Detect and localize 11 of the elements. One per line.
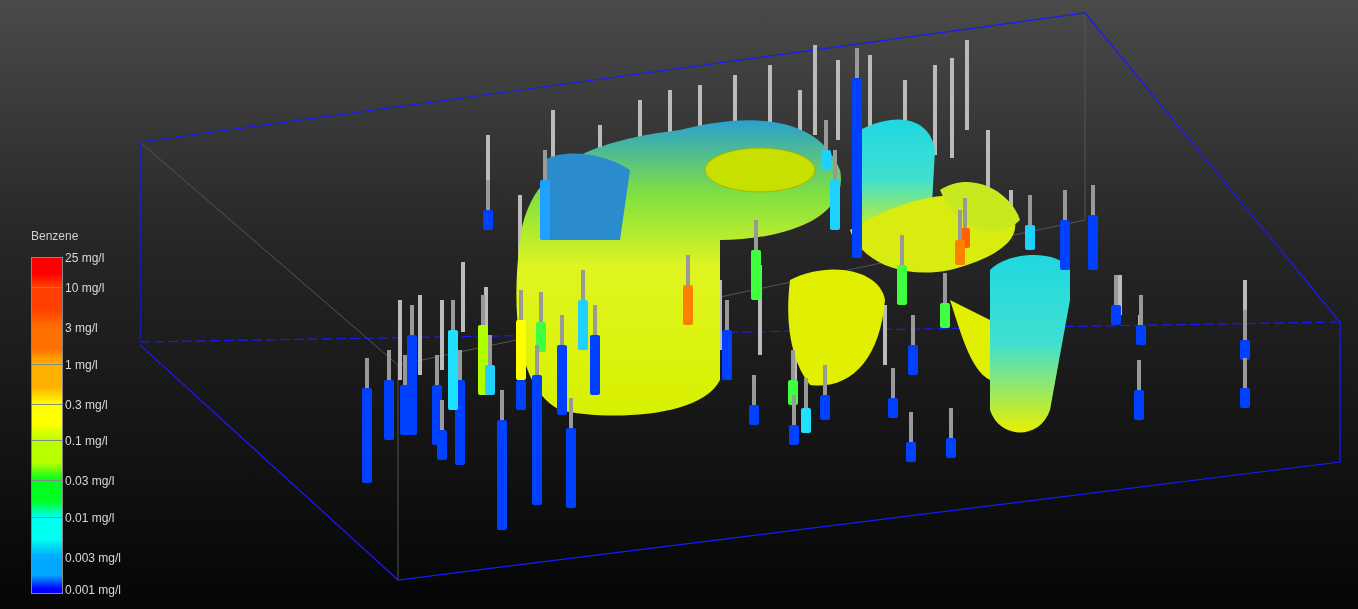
scale-label: 25 mg/l	[65, 251, 105, 265]
scale-label: 0.3 mg/l	[65, 398, 108, 412]
scale-label: 0.1 mg/l	[65, 434, 108, 448]
scale-label: 0.03 mg/l	[65, 474, 115, 488]
scale-label: 0.001 mg/l	[65, 583, 122, 597]
scale-label: 3 mg/l	[65, 321, 98, 335]
scale-label: 1 mg/l	[65, 358, 98, 372]
scale-label: 10 mg/l	[65, 281, 105, 295]
legend-title: Benzene	[31, 229, 80, 243]
scale-label: 0.003 mg/l	[65, 551, 122, 565]
scale-label: 0.01 mg/l	[65, 511, 115, 525]
